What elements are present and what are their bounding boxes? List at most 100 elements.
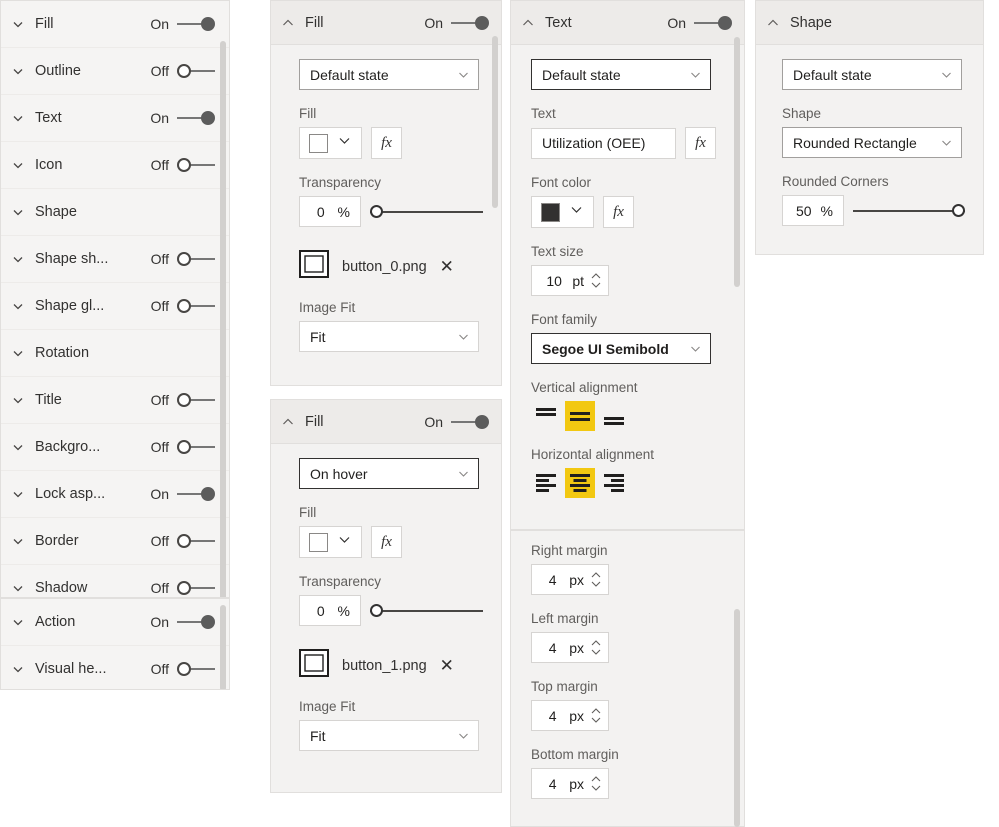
slider-thumb[interactable] (370, 604, 383, 617)
text-panel-header[interactable]: Text On (511, 1, 744, 45)
left-margin-stepper[interactable]: 4 px (531, 632, 609, 663)
chevron-down-icon[interactable] (11, 615, 25, 629)
chevron-down-icon[interactable] (11, 158, 25, 172)
fill-default-scrollbar[interactable] (492, 36, 498, 208)
remove-image-icon[interactable]: ✕ (440, 657, 454, 674)
chevron-down-icon[interactable] (11, 252, 25, 266)
slider-thumb[interactable] (370, 205, 383, 218)
sidebar-item-shape[interactable]: Shape (1, 189, 229, 236)
sidebar-item-title[interactable]: Title Off (1, 377, 229, 424)
sidebar-toggle-lock-asp[interactable]: On (145, 486, 215, 502)
chevron-down-icon[interactable] (11, 205, 25, 219)
sidebar-item-outline[interactable]: Outline Off (1, 48, 229, 95)
sidebar-toggle-shape-sh[interactable]: Off (145, 251, 215, 267)
text-panel-toggle[interactable]: On (667, 15, 732, 31)
sidebar-item-text[interactable]: Text On (1, 95, 229, 142)
horizontal-align-option-0[interactable] (531, 468, 561, 498)
fill-default-toggle[interactable]: On (424, 15, 489, 31)
text-panel-scrollbar-bottom[interactable] (734, 609, 740, 827)
chevron-down-icon[interactable] (11, 440, 25, 454)
sidebar-toggle-title[interactable]: Off (145, 392, 215, 408)
fill-color-picker[interactable] (299, 127, 362, 159)
fill-default-header[interactable]: Fill On (271, 1, 501, 45)
chevron-up-icon[interactable] (766, 16, 780, 30)
transparency-slider[interactable] (370, 204, 483, 220)
chevron-down-icon[interactable] (11, 393, 25, 407)
transparency-input[interactable]: 0 % (299, 595, 361, 626)
sidebar-toggle-backgro[interactable]: Off (145, 439, 215, 455)
sidebar-scroll-region-top[interactable]: Fill On Outline Off Text On Icon Off Shape Shape … (0, 0, 230, 598)
text-state-dropdown[interactable]: Default state (531, 59, 711, 90)
vertical-align-option-2[interactable] (599, 401, 629, 431)
chevron-down-icon[interactable] (11, 487, 25, 501)
font-color-fx-button[interactable]: fx (603, 196, 634, 228)
right-margin-stepper[interactable]: 4 px (531, 564, 609, 595)
sidebar-toggle-shape-gl[interactable]: Off (145, 298, 215, 314)
shape-state-dropdown[interactable]: Default state (782, 59, 962, 90)
sidebar-toggle-shadow[interactable]: Off (145, 580, 215, 596)
sidebar-scrollbar-bottom[interactable] (220, 605, 226, 689)
transparency-input[interactable]: 0 % (299, 196, 361, 227)
fill-hover-toggle[interactable]: On (424, 414, 489, 430)
text-size-stepper[interactable]: 10 pt (531, 265, 609, 296)
stepper-arrows[interactable] (588, 775, 602, 792)
fill-default-state-dropdown[interactable]: Default state (299, 59, 479, 90)
stepper-arrows[interactable] (588, 639, 602, 656)
top-margin-stepper[interactable]: 4 px (531, 700, 609, 731)
sidebar-item-backgro[interactable]: Backgro... Off (1, 424, 229, 471)
sidebar-toggle-fill[interactable]: On (145, 16, 215, 32)
sidebar-item-shadow[interactable]: Shadow Off (1, 565, 229, 597)
fill-fx-button[interactable]: fx (371, 127, 402, 159)
sidebar-scrollbar-top[interactable] (220, 41, 226, 597)
sidebar-item-shape-sh[interactable]: Shape sh... Off (1, 236, 229, 283)
chevron-up-icon[interactable] (281, 16, 295, 30)
vertical-align-option-1[interactable] (565, 401, 595, 431)
fill-hover-state-dropdown[interactable]: On hover (299, 458, 479, 489)
chevron-down-icon[interactable] (11, 17, 25, 31)
sidebar-item-border[interactable]: Border Off (1, 518, 229, 565)
sidebar-toggle-action[interactable]: On (145, 614, 215, 630)
sidebar-toggle-icon[interactable]: Off (145, 157, 215, 173)
text-value-input[interactable]: Utilization (OEE) (531, 127, 676, 159)
transparency-slider[interactable] (370, 603, 483, 619)
font-family-dropdown[interactable]: Segoe UI Semibold (531, 333, 711, 364)
chevron-down-icon[interactable] (11, 534, 25, 548)
chevron-down-icon[interactable] (11, 581, 25, 595)
remove-image-icon[interactable]: ✕ (440, 258, 454, 275)
fill-fx-button[interactable]: fx (371, 526, 402, 558)
sidebar-item-fill[interactable]: Fill On (1, 1, 229, 48)
chevron-up-icon[interactable] (521, 16, 535, 30)
chevron-down-icon[interactable] (11, 111, 25, 125)
chevron-down-icon[interactable] (569, 202, 584, 222)
fill-color-picker[interactable] (299, 526, 362, 558)
image-fit-dropdown[interactable]: Fit (299, 720, 479, 751)
shape-type-dropdown[interactable]: Rounded Rectangle (782, 127, 962, 158)
chevron-down-icon[interactable] (11, 346, 25, 360)
stepper-arrows[interactable] (588, 707, 602, 724)
sidebar-toggle-visual-he[interactable]: Off (145, 661, 215, 677)
rounded-corners-input[interactable]: 50 % (782, 195, 844, 226)
horizontal-align-option-2[interactable] (599, 468, 629, 498)
sidebar-scroll-region-bottom[interactable]: Action On Visual he... Off (0, 598, 230, 690)
chevron-down-icon[interactable] (337, 532, 352, 552)
slider-thumb[interactable] (952, 204, 965, 217)
sidebar-toggle-text[interactable]: On (145, 110, 215, 126)
bottom-margin-stepper[interactable]: 4 px (531, 768, 609, 799)
chevron-down-icon[interactable] (11, 64, 25, 78)
chevron-down-icon[interactable] (11, 662, 25, 676)
stepper-arrows[interactable] (588, 272, 602, 289)
sidebar-item-icon[interactable]: Icon Off (1, 142, 229, 189)
image-fit-dropdown[interactable]: Fit (299, 321, 479, 352)
sidebar-toggle-border[interactable]: Off (145, 533, 215, 549)
rounded-corners-slider[interactable] (853, 203, 965, 219)
sidebar-item-lock-asp[interactable]: Lock asp... On (1, 471, 229, 518)
shape-panel-header[interactable]: Shape (756, 1, 983, 45)
text-panel-scrollbar-top[interactable] (734, 37, 740, 287)
sidebar-item-shape-gl[interactable]: Shape gl... Off (1, 283, 229, 330)
text-fx-button[interactable]: fx (685, 127, 716, 159)
sidebar-toggle-outline[interactable]: Off (145, 63, 215, 79)
font-color-picker[interactable] (531, 196, 594, 228)
horizontal-align-option-1[interactable] (565, 468, 595, 498)
fill-hover-header[interactable]: Fill On (271, 400, 501, 444)
stepper-arrows[interactable] (588, 571, 602, 588)
